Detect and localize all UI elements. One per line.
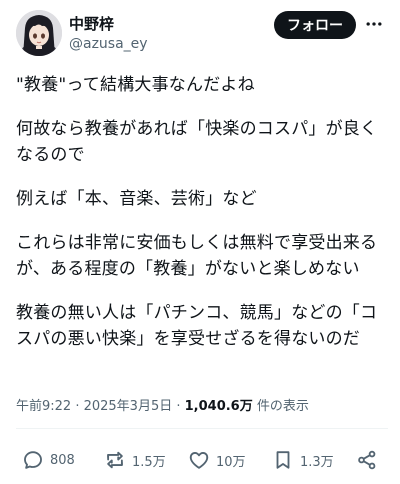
timestamp[interactable]: 午前9:22 · 2025年3月5日 · <box>16 399 185 414</box>
repost-count: 1.5万 <box>132 454 166 470</box>
tweet-header: 中野梓 @azusa_ey フォロー <box>0 0 400 70</box>
action-bar: 808 1.5万 10万 1.3万 <box>0 442 400 478</box>
avatar-illustration <box>16 10 62 56</box>
repost-button[interactable]: 1.5万 <box>104 442 166 478</box>
more-options-button[interactable] <box>362 12 386 36</box>
tweet-paragraph: 教養の無い人は「パチンコ、競馬」などの「コスパの悪い快楽」を享受せざるを得ないの… <box>16 303 378 349</box>
reply-button[interactable]: 808 <box>22 442 75 478</box>
user-handle[interactable]: @azusa_ey <box>69 36 148 52</box>
tweet-paragraph: 例えば「本、音楽、芸術」など <box>16 189 257 209</box>
avatar[interactable] <box>16 10 62 56</box>
like-button[interactable]: 10万 <box>188 442 246 478</box>
reply-icon <box>24 451 42 469</box>
follow-button[interactable]: フォロー <box>274 11 356 39</box>
bookmark-button[interactable]: 1.3万 <box>272 442 334 478</box>
display-name[interactable]: 中野梓 <box>69 13 114 34</box>
tweet-text: "教養"って結構大事なんだよね 何故なら教養があれば「快楽のコスパ」が良くなるの… <box>16 72 388 352</box>
tweet-meta: 午前9:22 · 2025年3月5日 · 1,040.6万 件の表示 <box>16 395 388 414</box>
reply-count: 808 <box>50 452 75 468</box>
tweet-paragraph: これらは非常に安価もしくは無料で享受出来るが、ある程度の「教養」がないと楽しめな… <box>16 233 378 279</box>
divider <box>16 428 388 429</box>
view-count: 1,040.6万 <box>184 399 253 414</box>
more-icon <box>366 22 382 26</box>
repost-icon <box>107 451 123 469</box>
heart-icon <box>189 452 209 469</box>
share-icon <box>358 450 376 470</box>
bookmark-icon <box>276 451 290 469</box>
like-count: 10万 <box>216 454 246 470</box>
view-count-suffix: 件の表示 <box>252 399 309 414</box>
bookmark-count: 1.3万 <box>300 454 334 470</box>
share-button[interactable] <box>356 442 378 478</box>
tweet-paragraph: "教養"って結構大事なんだよね <box>16 75 255 95</box>
tweet-paragraph: 何故なら教養があれば「快楽のコスパ」が良くなるので <box>16 119 378 165</box>
